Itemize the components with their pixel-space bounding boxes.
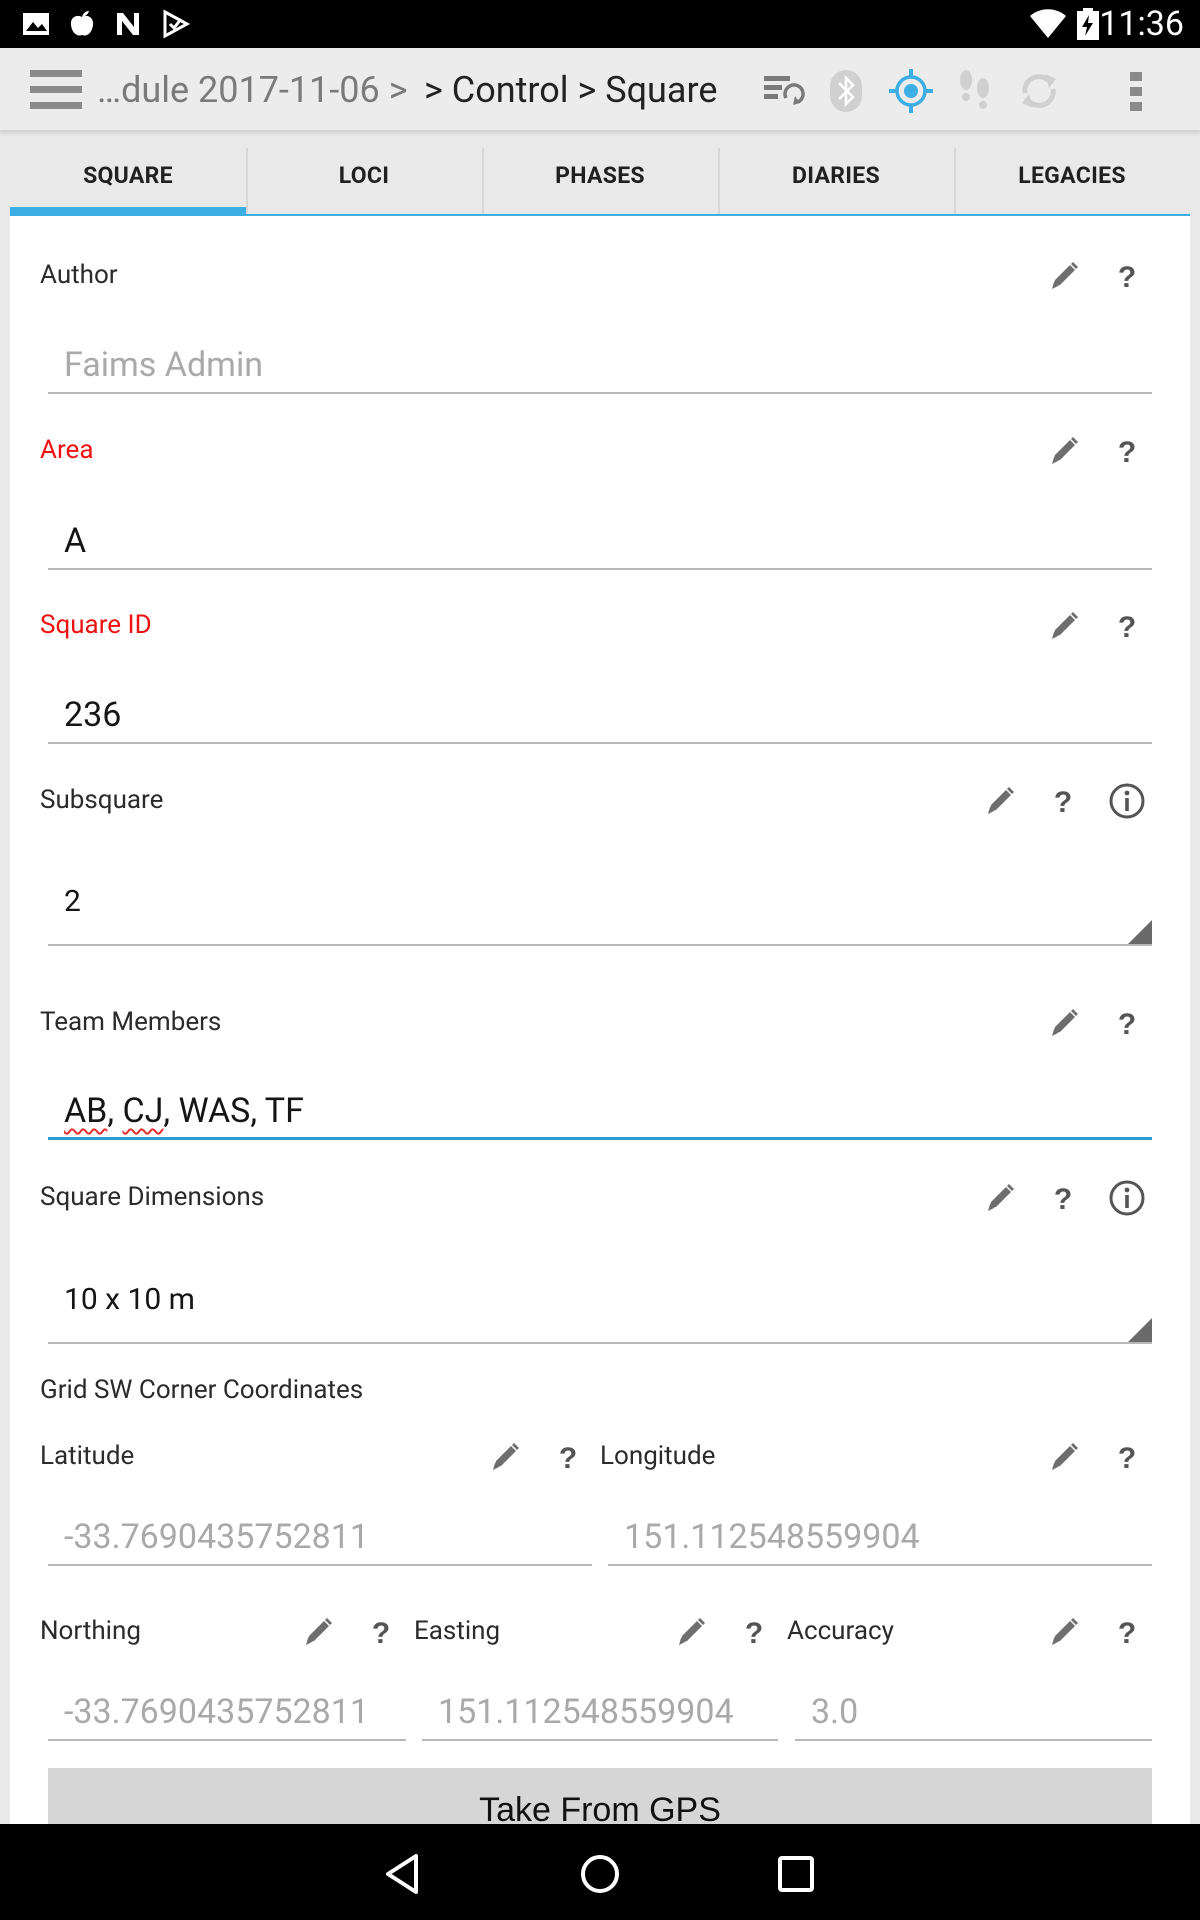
author-edit-pencil-icon[interactable] [1044,256,1084,296]
square-id-help-icon[interactable] [1107,606,1147,646]
navigation-bar [0,1824,1200,1920]
status-bar: 11:36 [0,0,1200,48]
square-dimensions-label: Square Dimensions [40,1182,265,1212]
breadcrumb-current[interactable]: > Control > Square [424,68,717,112]
tab-diaries[interactable]: DIARIES [718,148,954,216]
recent-apps-icon[interactable] [772,1850,820,1898]
subsquare-help-icon[interactable] [1043,781,1083,821]
breadcrumb-module[interactable]: …dule 2017-11-06 > [97,68,408,112]
longitude-help-icon[interactable] [1107,1437,1147,1477]
square-id-field[interactable]: 236 [48,686,1152,744]
author-label: Author [40,260,118,290]
dropdown-arrow-icon [1128,920,1152,944]
apple-notification-icon [70,11,94,36]
tracklog-footsteps-icon[interactable] [952,68,998,114]
tab-legacies[interactable]: LEGACIES [954,148,1190,216]
n-notification-icon [117,13,139,35]
latitude-help-icon[interactable] [548,1437,588,1477]
accuracy-edit-pencil-icon[interactable] [1044,1612,1084,1652]
square-form: Author Faims Admin Area A Square ID 236 … [10,216,1190,1848]
subsquare-label: Subsquare [40,785,164,815]
square-dimensions-value: 10 x 10 m [64,1282,195,1317]
longitude-edit-pencil-icon[interactable] [1044,1437,1084,1477]
northing-label: Northing [40,1616,141,1646]
square-dimensions-edit-pencil-icon[interactable] [980,1178,1020,1218]
status-time: 11:36 [1099,4,1184,44]
sync-database-icon[interactable] [760,68,806,114]
team-member-ab: AB [64,1091,108,1131]
area-field[interactable]: A [48,512,1152,570]
subsquare-info-icon[interactable] [1107,781,1147,821]
latitude-field[interactable]: -33.7690435752811 [48,1508,592,1566]
grid-sw-corner-heading: Grid SW Corner Coordinates [40,1375,364,1405]
easting-help-icon[interactable] [734,1612,774,1652]
northing-edit-pencil-icon[interactable] [298,1612,338,1652]
home-icon[interactable] [576,1850,624,1898]
latitude-label: Latitude [40,1441,135,1471]
subsquare-value: 2 [64,884,81,919]
easting-edit-pencil-icon[interactable] [671,1612,711,1652]
tab-square[interactable]: SQUARE [10,148,246,216]
square-id-label: Square ID [40,610,152,640]
action-bar: …dule 2017-11-06 > > Control > Square [0,48,1200,132]
accuracy-field[interactable]: 3.0 [795,1683,1152,1741]
team-member-rest: WAS, TF [178,1091,304,1131]
author-field[interactable]: Faims Admin [48,336,1152,394]
accuracy-help-icon[interactable] [1107,1612,1147,1652]
play-check-notification-icon [163,9,191,39]
refresh-icon[interactable] [1016,68,1062,114]
subsquare-edit-pencil-icon[interactable] [980,781,1020,821]
accuracy-label: Accuracy [787,1616,894,1646]
tab-bar: SQUARE LOCI PHASES DIARIES LEGACIES [10,148,1190,216]
easting-label: Easting [414,1616,501,1646]
area-label: Area [40,435,94,465]
team-members-help-icon[interactable] [1107,1003,1147,1043]
northing-field[interactable]: -33.7690435752811 [48,1683,406,1741]
square-id-edit-pencil-icon[interactable] [1044,606,1084,646]
latitude-edit-pencil-icon[interactable] [485,1437,525,1477]
longitude-label: Longitude [600,1441,716,1471]
author-help-icon[interactable] [1107,256,1147,296]
menu-icon[interactable] [30,70,82,110]
square-dimensions-info-icon[interactable] [1107,1178,1147,1218]
easting-field[interactable]: 151.112548559904 [422,1683,778,1741]
team-member-cj: CJ [122,1091,164,1131]
team-members-field[interactable]: AB, CJ, WAS, TF [48,1082,1152,1140]
dropdown-arrow-icon [1128,1318,1152,1342]
tab-loci[interactable]: LOCI [246,148,482,216]
square-dimensions-dropdown[interactable]: 10 x 10 m [48,1274,1152,1344]
team-members-edit-pencil-icon[interactable] [1044,1003,1084,1043]
northing-help-icon[interactable] [361,1612,401,1652]
area-edit-pencil-icon[interactable] [1044,431,1084,471]
image-notification-icon [23,13,49,35]
overflow-menu-icon[interactable] [1112,68,1160,114]
battery-charging-icon [1077,8,1099,40]
tab-phases[interactable]: PHASES [482,148,718,216]
area-help-icon[interactable] [1107,431,1147,471]
square-dimensions-help-icon[interactable] [1043,1178,1083,1218]
team-members-label: Team Members [40,1007,222,1037]
back-icon[interactable] [380,1850,428,1898]
longitude-field[interactable]: 151.112548559904 [608,1508,1152,1566]
gps-icon[interactable] [888,68,934,114]
wifi-icon [1030,9,1066,38]
subsquare-dropdown[interactable]: 2 [48,876,1152,946]
bluetooth-icon[interactable] [823,68,869,114]
